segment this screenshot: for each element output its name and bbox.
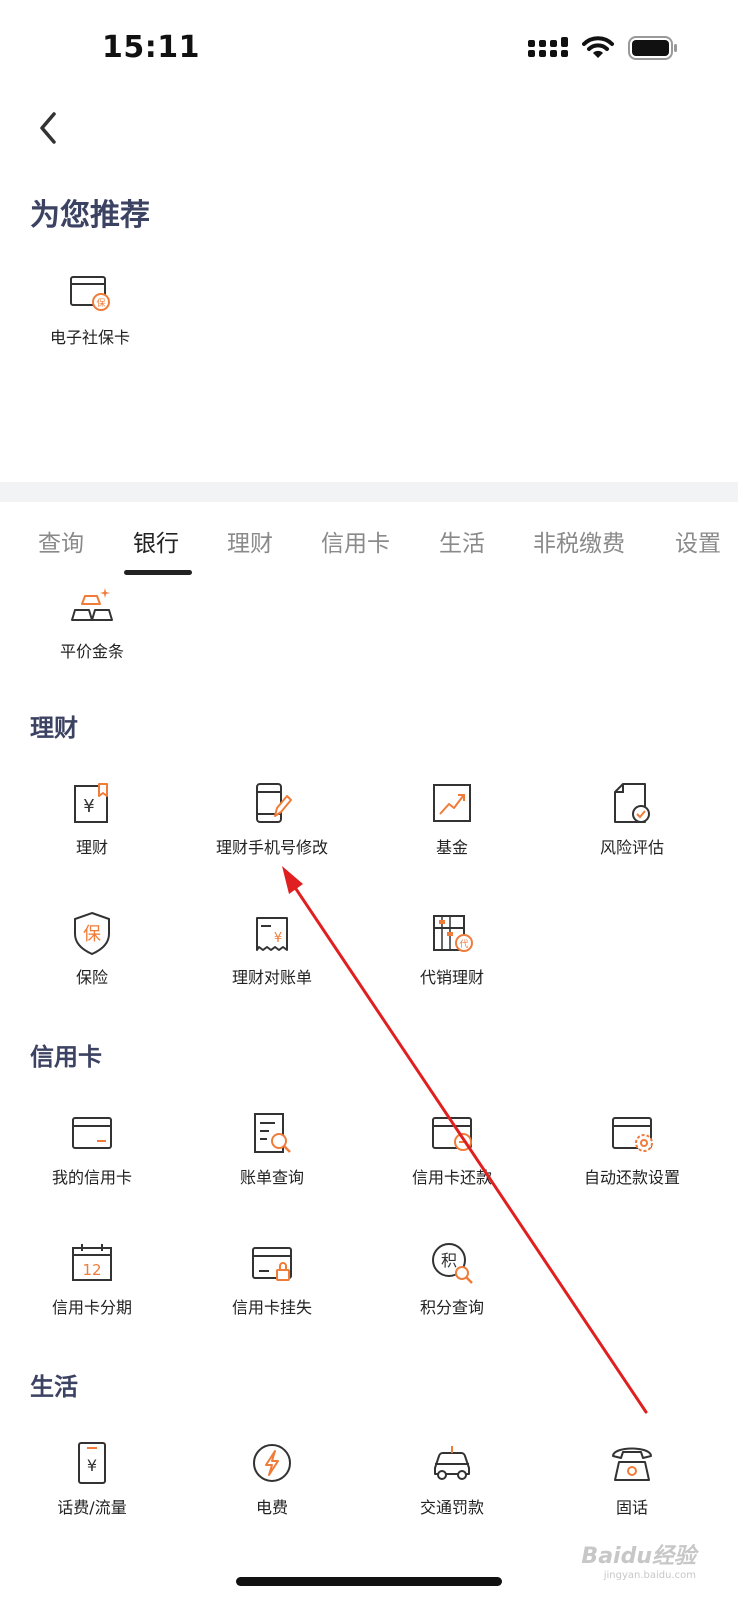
watermark-url: jingyan.baidu.com — [603, 1570, 696, 1581]
insurance-shield-icon: 保 — [74, 911, 110, 956]
item-label: 积分查询 — [419, 1298, 484, 1317]
status-time: 15:11 — [102, 30, 200, 65]
item-label: 信用卡分期 — [51, 1298, 132, 1317]
back-button[interactable] — [32, 106, 72, 150]
svg-text:¥: ¥ — [83, 796, 94, 817]
watermark-text: Baidu经验 — [581, 1544, 696, 1569]
social-security-card-icon: 保 — [70, 276, 110, 311]
svg-text:积: 积 — [441, 1251, 457, 1270]
section-title-wealth: 理财 — [30, 714, 78, 742]
item-label: 风险评估 — [599, 838, 664, 857]
svg-text:保: 保 — [96, 297, 105, 309]
item-label: 理财手机号修改 — [215, 838, 328, 857]
phone-edit-icon — [256, 783, 292, 823]
tab-credit-card[interactable]: 信用卡 — [321, 524, 390, 558]
item-label: 交通罚款 — [419, 1498, 484, 1517]
item-label: 电费 — [255, 1498, 288, 1517]
section-divider — [0, 482, 738, 502]
svg-text:12: 12 — [82, 1261, 101, 1279]
tab-query[interactable]: 查询 — [38, 524, 84, 558]
life-item-phone-bill[interactable]: ¥ 话费/流量 — [0, 1440, 184, 1518]
wealth-icon: ¥ — [74, 783, 108, 823]
bank-item-gold-bar[interactable]: 平价金条 — [0, 584, 184, 662]
wealth-item-phone-edit[interactable]: 理财手机号修改 — [180, 780, 364, 858]
svg-text:¥: ¥ — [274, 931, 282, 946]
credit-card-icon — [72, 1117, 112, 1149]
statement-icon: ¥ — [256, 917, 288, 951]
car-icon — [434, 1446, 470, 1480]
wealth-item-insurance[interactable]: 保 保险 — [0, 910, 184, 988]
fund-chart-icon — [433, 784, 471, 822]
credit-item-my-card[interactable]: 我的信用卡 — [0, 1110, 184, 1188]
bank-item-label: 平价金条 — [59, 642, 124, 661]
item-label: 保险 — [75, 968, 108, 987]
recommend-item-social-security-card[interactable]: 保 电子社保卡 — [30, 270, 150, 348]
section-title-credit-card: 信用卡 — [30, 1043, 102, 1071]
card-repay-icon — [432, 1117, 472, 1151]
abacus-icon: 代 — [433, 915, 473, 952]
life-item-electricity[interactable]: 电费 — [180, 1440, 364, 1518]
tab-settings[interactable]: 设置 — [675, 524, 721, 558]
item-label: 账单查询 — [239, 1168, 304, 1187]
svg-text:¥: ¥ — [87, 1456, 97, 1475]
wealth-item-statement[interactable]: ¥ 理财对账单 — [180, 910, 364, 988]
item-label: 话费/流量 — [57, 1498, 127, 1517]
electricity-icon — [253, 1444, 291, 1482]
item-label: 代销理财 — [419, 968, 484, 987]
battery-icon — [628, 36, 677, 60]
life-item-landline[interactable]: 固话 — [540, 1440, 724, 1518]
item-label: 信用卡挂失 — [231, 1298, 312, 1317]
cellular-signal-icon — [528, 37, 568, 57]
wealth-item-fund[interactable]: 基金 — [360, 780, 544, 858]
tab-life[interactable]: 生活 — [439, 524, 485, 558]
item-label: 自动还款设置 — [583, 1168, 680, 1187]
life-item-traffic-fine[interactable]: 交通罚款 — [360, 1440, 544, 1518]
item-label: 我的信用卡 — [51, 1168, 132, 1187]
wifi-icon — [582, 36, 614, 58]
card-settings-icon — [612, 1117, 653, 1152]
landline-phone-icon — [612, 1447, 652, 1481]
gold-bar-icon — [71, 588, 113, 621]
item-label: 固话 — [615, 1498, 648, 1517]
tab-wealth[interactable]: 理财 — [227, 524, 273, 558]
status-bar: 15:11 — [0, 0, 738, 100]
wealth-item-consignment[interactable]: 代 代销理财 — [360, 910, 544, 988]
item-label: 理财对账单 — [231, 968, 312, 987]
credit-item-installment[interactable]: 12 信用卡分期 — [0, 1240, 184, 1318]
home-indicator[interactable] — [236, 1577, 502, 1586]
tab-bank[interactable]: 银行 — [133, 524, 179, 558]
credit-item-report-loss[interactable]: 信用卡挂失 — [180, 1240, 364, 1318]
chevron-left-icon — [40, 112, 56, 144]
tab-non-tax-payment[interactable]: 非税缴费 — [533, 524, 625, 558]
phone-bill-icon: ¥ — [78, 1442, 106, 1484]
active-tab-indicator — [124, 570, 192, 575]
credit-item-repay[interactable]: 信用卡还款 — [360, 1110, 544, 1188]
bill-search-icon — [254, 1113, 291, 1153]
wealth-item-wealth[interactable]: ¥ 理财 — [0, 780, 184, 858]
category-tabs: 查询 银行 理财 信用卡 生活 非税缴费 设置 — [0, 502, 738, 578]
recommend-item-label: 电子社保卡 — [49, 328, 130, 347]
credit-item-bill-query[interactable]: 账单查询 — [180, 1110, 364, 1188]
calendar-12-icon: 12 — [72, 1244, 112, 1281]
points-search-icon: 积 — [432, 1243, 473, 1284]
item-label: 基金 — [435, 838, 468, 857]
item-label: 理财 — [75, 838, 108, 857]
recommend-title: 为您推荐 — [30, 198, 150, 233]
svg-text:代: 代 — [459, 939, 468, 950]
risk-assessment-icon — [614, 783, 650, 823]
baidu-watermark: Baidu经验 jingyan.baidu.com — [556, 1538, 696, 1581]
credit-item-points[interactable]: 积 积分查询 — [360, 1240, 544, 1318]
item-label: 信用卡还款 — [411, 1168, 492, 1187]
svg-text:保: 保 — [83, 924, 101, 945]
card-lock-icon — [252, 1247, 292, 1281]
credit-item-auto-repay[interactable]: 自动还款设置 — [540, 1110, 724, 1188]
wealth-item-risk-assessment[interactable]: 风险评估 — [540, 780, 724, 858]
section-title-life: 生活 — [30, 1373, 78, 1401]
